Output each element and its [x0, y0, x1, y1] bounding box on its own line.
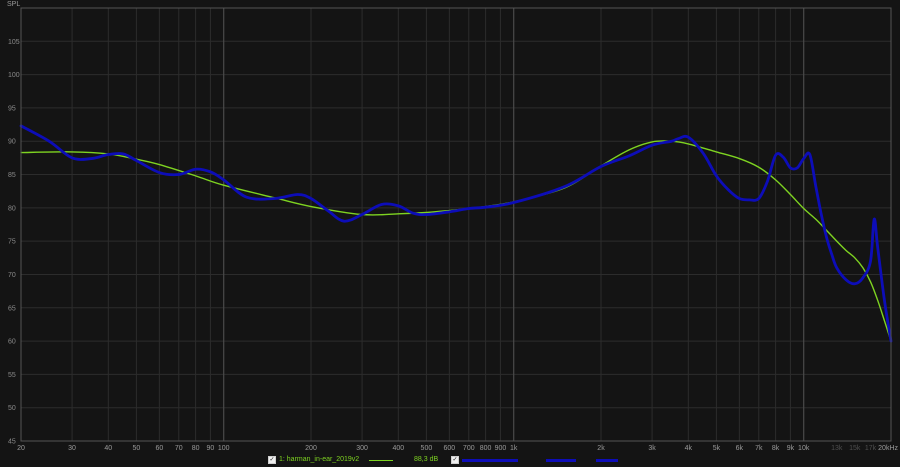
x-tick-label: 800 [480, 445, 492, 452]
x-tick-label: 5k [713, 445, 721, 452]
y-tick-label: 70 [8, 272, 16, 279]
x-tick-label: 2k [597, 445, 605, 452]
x-tick-label: 9k [787, 445, 795, 452]
x-tick-label: 100 [218, 445, 230, 452]
y-tick-label: 55 [8, 372, 16, 379]
x-tick-label: 1k [510, 445, 518, 452]
y-tick-label: 50 [8, 405, 16, 412]
x-tick-label: 30 [68, 445, 76, 452]
y-tick-label: 80 [8, 205, 16, 212]
x-tick-label: 7k [755, 445, 763, 452]
x-tick-label: 3k [648, 445, 656, 452]
y-tick-label: 90 [8, 139, 16, 146]
y-tick-label: 95 [8, 105, 16, 112]
x-tick-label: 90 [207, 445, 215, 452]
y-tick-label: 105 [8, 39, 20, 46]
x-tick-label: 20kHz [878, 445, 898, 452]
x-tick-label: 60 [155, 445, 163, 452]
x-tick-label: 900 [495, 445, 507, 452]
legend-value-1: 88,3 dB [414, 456, 439, 463]
legend-swatch-1 [369, 460, 393, 461]
legend-label-1: 1: harman_in-ear_2019v2 [279, 456, 360, 463]
y-tick-label: 45 [8, 439, 16, 446]
legend: ✓ 1: harman_in-ear_2019v2 88,3 dB ✓ [0, 455, 900, 467]
x-tick-label: 17k [865, 445, 877, 452]
x-tick-label: 200 [305, 445, 317, 452]
y-tick-label: 100 [8, 72, 20, 79]
x-tick-label: 8k [772, 445, 780, 452]
x-tick-label: 4k [685, 445, 693, 452]
legend-swatch-2 [546, 459, 576, 462]
x-tick-label: 80 [192, 445, 200, 452]
x-tick-label: 10k [798, 445, 810, 452]
legend-checkbox-2[interactable]: ✓ [451, 456, 459, 464]
y-tick-label: 75 [8, 239, 16, 246]
x-tick-label: 20 [17, 445, 25, 452]
x-tick-label: 6k [736, 445, 744, 452]
legend-checkbox-1[interactable]: ✓ [268, 456, 276, 464]
frequency-response-chart[interactable]: SPL 45 50 55 60 65 70 75 80 85 90 95 100 105 20 30 40 5… [0, 0, 900, 467]
y-tick-label: 60 [8, 339, 16, 346]
x-tick-label: 500 [421, 445, 433, 452]
x-tick-label: 300 [356, 445, 368, 452]
y-tick-label: 65 [8, 305, 16, 312]
x-tick-label: 70 [175, 445, 183, 452]
x-tick-label: 40 [104, 445, 112, 452]
legend-value-2-bar [596, 459, 618, 462]
x-tick-label: 15k [849, 445, 861, 452]
x-tick-label: 13k [831, 445, 843, 452]
legend-label-2-bar [462, 459, 518, 462]
x-tick-label: 700 [463, 445, 475, 452]
x-tick-label: 400 [392, 445, 404, 452]
x-tick-label: 600 [444, 445, 456, 452]
x-tick-label: 50 [133, 445, 141, 452]
y-tick-label: 85 [8, 172, 16, 179]
y-axis-title: SPL [7, 1, 20, 8]
